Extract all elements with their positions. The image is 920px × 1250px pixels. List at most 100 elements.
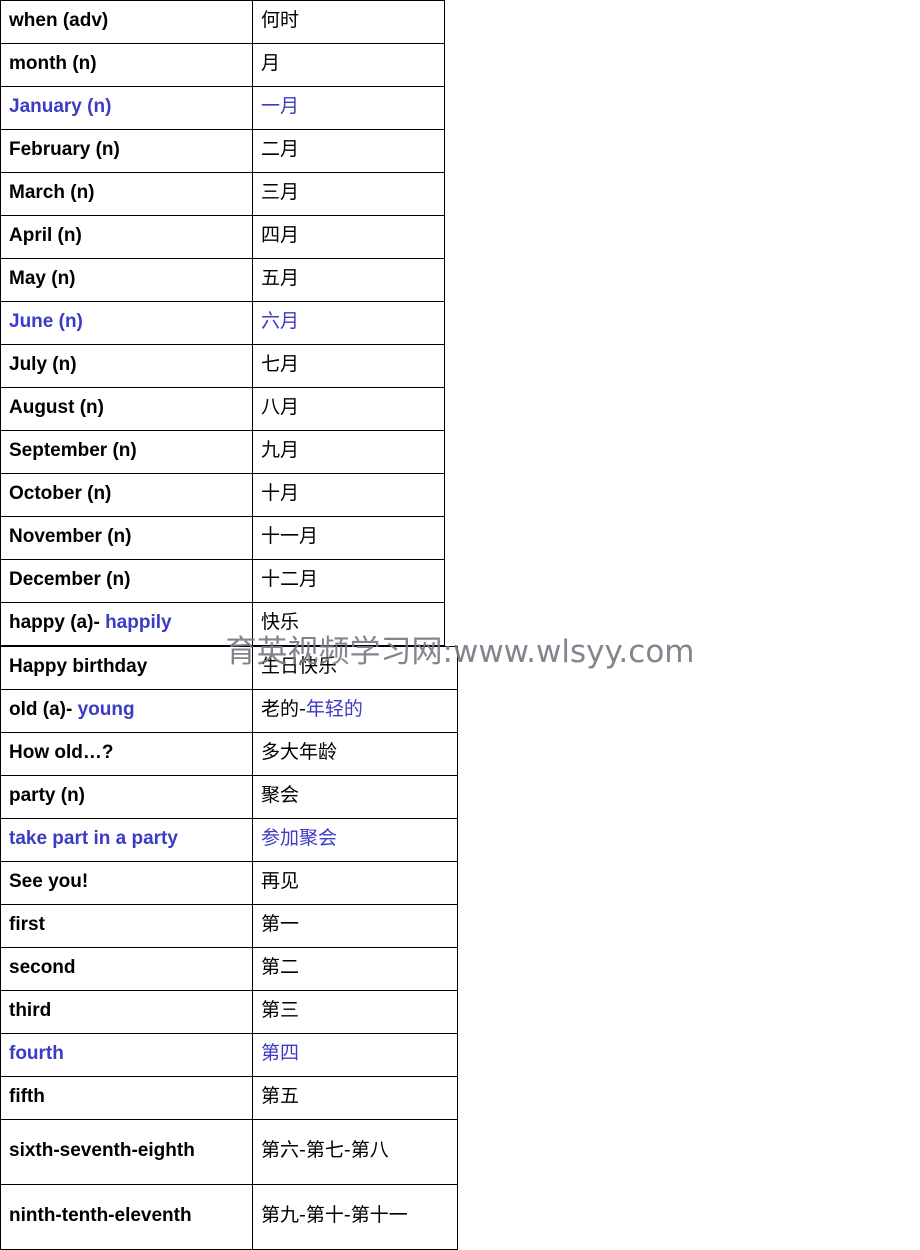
vocab-chinese-cell: 六月 bbox=[252, 301, 445, 345]
vocab-chinese-cell: 第二 bbox=[252, 947, 458, 991]
table-row: party (n) 聚会 bbox=[0, 775, 458, 819]
vocab-text-fragment: 八月 bbox=[261, 396, 300, 419]
vocab-english-cell: July (n) bbox=[0, 344, 253, 388]
vocab-english-cell: August (n) bbox=[0, 387, 253, 431]
vocab-english-cell: month (n) bbox=[0, 43, 253, 87]
vocab-text-fragment: 一月 bbox=[261, 95, 300, 118]
vocab-english-cell: sixth-seventh-eighth bbox=[0, 1119, 253, 1185]
vocab-chinese-cell: 第四 bbox=[252, 1033, 458, 1077]
vocab-english-cell: fourth bbox=[0, 1033, 253, 1077]
vocab-chinese-cell: 老的-年轻的 bbox=[252, 689, 458, 733]
vocab-chinese-cell: 何时 bbox=[252, 0, 445, 44]
table-row: fifth 第五 bbox=[0, 1076, 458, 1120]
vocab-text-fragment: October (n) bbox=[9, 483, 112, 505]
vocab-text-fragment: 年轻的 bbox=[305, 698, 363, 721]
vocab-text-fragment: 四月 bbox=[261, 224, 300, 247]
vocab-english-cell: when (adv) bbox=[0, 0, 253, 44]
vocabulary-table-left: when (adv) 何时 month (n) 月 January (n) 一月 Febru… bbox=[0, 0, 445, 646]
table-row: August (n) 八月 bbox=[0, 387, 445, 431]
vocab-english-cell: third bbox=[0, 990, 253, 1034]
worksheet-page: when (adv) 何时 month (n) 月 January (n) 一月 Febru… bbox=[0, 0, 920, 1250]
vocab-text-fragment: 二月 bbox=[261, 138, 300, 161]
vocab-text-fragment: April (n) bbox=[9, 225, 82, 247]
vocab-text-fragment: 第四 bbox=[261, 1042, 300, 1065]
vocab-text-fragment: February (n) bbox=[9, 139, 120, 161]
vocab-english-cell: first bbox=[0, 904, 253, 948]
vocab-chinese-cell: 多大年龄 bbox=[252, 732, 458, 776]
vocab-chinese-cell: 第六-第七-第八 bbox=[252, 1119, 458, 1185]
vocab-chinese-cell: 三月 bbox=[252, 172, 445, 216]
vocab-english-cell: ninth-tenth-eleventh bbox=[0, 1184, 253, 1250]
table-row: December (n) 十二月 bbox=[0, 559, 445, 603]
vocab-english-cell: June (n) bbox=[0, 301, 253, 345]
vocab-text-fragment: 第九-第十-第十一 bbox=[261, 1204, 408, 1227]
vocab-chinese-cell: 再见 bbox=[252, 861, 458, 905]
vocab-english-cell: February (n) bbox=[0, 129, 253, 173]
vocab-english-cell: October (n) bbox=[0, 473, 253, 517]
vocab-english-cell: second bbox=[0, 947, 253, 991]
vocab-english-cell: old (a)- young bbox=[0, 689, 253, 733]
vocab-text-fragment: third bbox=[9, 1000, 52, 1022]
table-row: second 第二 bbox=[0, 947, 458, 991]
vocab-chinese-cell: 九月 bbox=[252, 430, 445, 474]
vocab-chinese-cell: 一月 bbox=[252, 86, 445, 130]
vocab-chinese-cell: 五月 bbox=[252, 258, 445, 302]
vocab-text-fragment: second bbox=[9, 957, 76, 979]
table-row: October (n) 十月 bbox=[0, 473, 445, 517]
vocab-text-fragment: young bbox=[77, 699, 135, 721]
vocab-chinese-cell: 第三 bbox=[252, 990, 458, 1034]
table-row: See you! 再见 bbox=[0, 861, 458, 905]
table-row: when (adv) 何时 bbox=[0, 0, 445, 44]
left-table-body: when (adv) 何时 month (n) 月 January (n) 一月 Febru… bbox=[0, 0, 445, 646]
vocab-english-cell: May (n) bbox=[0, 258, 253, 302]
table-row: take part in a party 参加聚会 bbox=[0, 818, 458, 862]
table-row: first 第一 bbox=[0, 904, 458, 948]
vocab-text-fragment: first bbox=[9, 914, 45, 936]
vocabulary-table-right: Happy birthday 生日快乐 old (a)- young 老的-年轻的 Ho… bbox=[0, 646, 458, 1250]
table-row: fourth 第四 bbox=[0, 1033, 458, 1077]
vocab-text-fragment: July (n) bbox=[9, 354, 77, 376]
vocab-chinese-cell: 二月 bbox=[252, 129, 445, 173]
vocab-text-fragment: ninth-tenth-eleventh bbox=[9, 1205, 192, 1227]
table-row: February (n) 二月 bbox=[0, 129, 445, 173]
vocab-chinese-cell: 第五 bbox=[252, 1076, 458, 1120]
right-table-body: Happy birthday 生日快乐 old (a)- young 老的-年轻的 Ho… bbox=[0, 646, 458, 1250]
vocab-text-fragment: May (n) bbox=[9, 268, 76, 290]
vocab-text-fragment: September (n) bbox=[9, 440, 137, 462]
table-row: How old…? 多大年龄 bbox=[0, 732, 458, 776]
vocab-text-fragment: 再见 bbox=[261, 870, 300, 893]
vocab-text-fragment: month (n) bbox=[9, 53, 97, 75]
table-row: month (n) 月 bbox=[0, 43, 445, 87]
vocab-text-fragment: 五月 bbox=[261, 267, 300, 290]
vocab-chinese-cell: 十月 bbox=[252, 473, 445, 517]
vocab-english-cell: take part in a party bbox=[0, 818, 253, 862]
table-row: March (n) 三月 bbox=[0, 172, 445, 216]
table-row: November (n) 十一月 bbox=[0, 516, 445, 560]
vocab-chinese-cell: 月 bbox=[252, 43, 445, 87]
vocab-chinese-cell: 七月 bbox=[252, 344, 445, 388]
vocab-text-fragment: fourth bbox=[9, 1043, 64, 1065]
vocab-english-cell: March (n) bbox=[0, 172, 253, 216]
vocab-text-fragment: 第二 bbox=[261, 956, 300, 979]
vocab-english-cell: January (n) bbox=[0, 86, 253, 130]
vocab-text-fragment: 第三 bbox=[261, 999, 300, 1022]
vocab-english-cell: April (n) bbox=[0, 215, 253, 259]
vocab-text-fragment: 十一月 bbox=[261, 525, 319, 548]
vocab-chinese-cell: 聚会 bbox=[252, 775, 458, 819]
vocab-chinese-cell: 参加聚会 bbox=[252, 818, 458, 862]
table-row: July (n) 七月 bbox=[0, 344, 445, 388]
vocab-text-fragment: August (n) bbox=[9, 397, 104, 419]
vocab-text-fragment: take part in a party bbox=[9, 828, 178, 850]
table-row: old (a)- young 老的-年轻的 bbox=[0, 689, 458, 733]
table-row: January (n) 一月 bbox=[0, 86, 445, 130]
vocab-text-fragment: 第一 bbox=[261, 913, 300, 936]
table-row: May (n) 五月 bbox=[0, 258, 445, 302]
vocab-text-fragment: November (n) bbox=[9, 526, 132, 548]
vocab-text-fragment: party (n) bbox=[9, 785, 85, 807]
vocab-text-fragment: 月 bbox=[261, 52, 281, 75]
vocab-text-fragment: 三月 bbox=[261, 181, 300, 204]
vocab-text-fragment: 九月 bbox=[261, 439, 300, 462]
vocab-english-cell: September (n) bbox=[0, 430, 253, 474]
table-row: April (n) 四月 bbox=[0, 215, 445, 259]
vocab-text-fragment: December (n) bbox=[9, 569, 131, 591]
